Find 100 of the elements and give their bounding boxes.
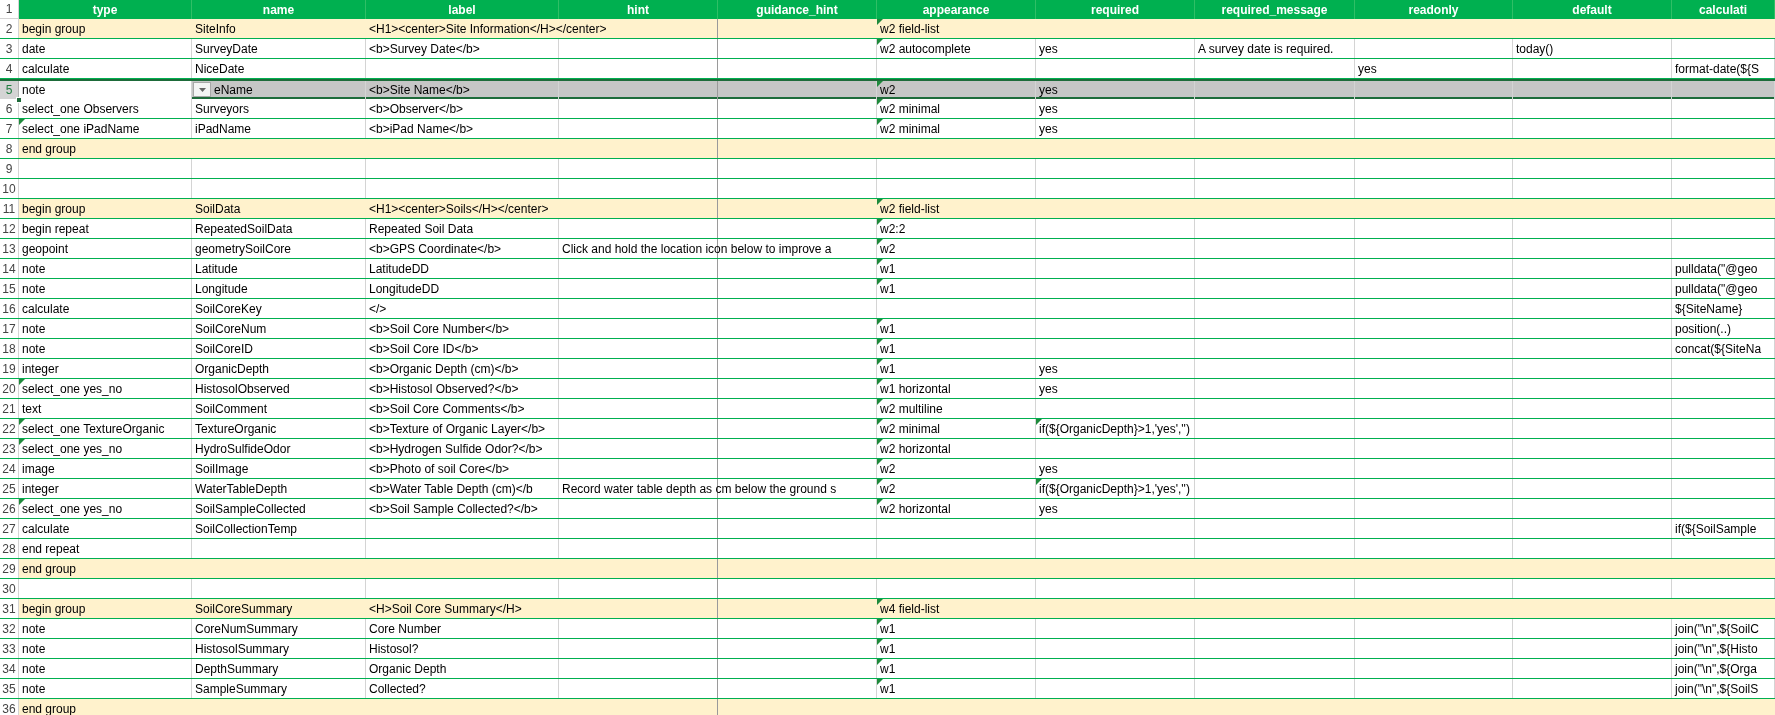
row-number[interactable]: 26: [0, 499, 19, 518]
table-cell-text: w4 field-list: [880, 600, 940, 618]
row-number[interactable]: 5: [0, 81, 19, 99]
table-cell-text: <b>Photo of soil Core</b>: [369, 460, 510, 478]
table-cell-text: geometrySoilCore: [195, 240, 292, 258]
table-cell-text: <H1><center>Soils</H></center>: [369, 200, 549, 218]
row-number[interactable]: 35: [0, 679, 19, 698]
table-cell-text: w2:2: [880, 220, 906, 238]
row-number[interactable]: 30: [0, 579, 19, 598]
table-cell-text: w1: [880, 340, 896, 358]
table-cell-text: w2 multiline: [880, 400, 943, 418]
table-cell-text: w1: [880, 660, 896, 678]
table-cell-text: if(${OrganicDepth}>1,'yes',''): [1039, 420, 1190, 438]
table-cell-text: pulldata("@geo: [1675, 280, 1758, 298]
row-number[interactable]: 12: [0, 219, 19, 238]
row-number[interactable]: 33: [0, 639, 19, 658]
table-cell-text: Core Number: [369, 620, 442, 638]
row-number[interactable]: 34: [0, 659, 19, 678]
row-number[interactable]: 19: [0, 359, 19, 378]
table-cell-text: <b>Soil Core ID</b>: [369, 340, 479, 358]
table-cell-text: w1 horizontal: [880, 380, 951, 398]
table-cell-text: calculate: [22, 60, 70, 78]
table-cell-text: SoilCoreID: [195, 340, 254, 358]
table-cell-text: Repeated Soil Data: [369, 220, 474, 238]
table-cell-text: note: [22, 82, 46, 99]
row-number[interactable]: 25: [0, 479, 19, 498]
table-cell-text: LongitudeDD: [369, 280, 440, 298]
table-cell-text: Latitude: [195, 260, 238, 278]
fill-handle[interactable]: [16, 97, 22, 103]
table-cell-text: note: [22, 260, 46, 278]
table-cell-text: yes: [1039, 380, 1058, 398]
table-cell-text: yes: [1039, 40, 1058, 58]
table-cell-text: yes: [1358, 60, 1377, 78]
table-cell-text: <b>Histosol Observed?</b>: [369, 380, 519, 398]
table-cell-text: <b>Site Name</b>: [369, 82, 470, 99]
table-cell-text: format-date(${S: [1675, 60, 1760, 78]
table-cell-text: WaterTableDepth: [195, 480, 288, 498]
table-cell-text: SoilCoreNum: [195, 320, 267, 338]
dropdown-button[interactable]: [193, 82, 211, 97]
table-cell-text: <b>Observer</b>: [369, 100, 464, 118]
table-cell-text: w2 field-list: [880, 20, 940, 38]
table-cell-text: SoilData: [195, 200, 241, 218]
table-cell-text: w1: [880, 260, 896, 278]
row-number[interactable]: 23: [0, 439, 19, 458]
table-cell-text: Click and hold the location icon below to improve a: [562, 240, 832, 258]
row-number[interactable]: 31: [0, 599, 19, 618]
table-cell-text: SampleSummary: [195, 680, 288, 698]
row-number[interactable]: 27: [0, 519, 19, 538]
table-cell-text: A survey date is required.: [1198, 40, 1334, 58]
table-cell-text: OrganicDepth: [195, 360, 270, 378]
table-cell-text: HistosolSummary: [195, 640, 290, 658]
row-number[interactable]: 32: [0, 619, 19, 638]
table-cell-text: w1: [880, 640, 896, 658]
table-cell-text: CoreNumSummary: [195, 620, 298, 638]
row-number[interactable]: 11: [0, 199, 19, 218]
table-cell-text: select_one yes_no: [22, 380, 123, 398]
table-cell-text: today(): [1516, 40, 1554, 58]
row-number[interactable]: 10: [0, 179, 19, 198]
table-cell-text: yes: [1039, 500, 1058, 518]
table-cell-text: calculate: [22, 300, 70, 318]
table-cell-text: w1: [880, 620, 896, 638]
table-cell-text: w2 minimal: [880, 120, 940, 138]
table-cell-text: SoilCoreKey: [195, 300, 262, 318]
table-cell-text: pulldata("@geo: [1675, 260, 1758, 278]
table-cell-text: select_one yes_no: [22, 440, 123, 458]
row-number[interactable]: 21: [0, 399, 19, 418]
row-number[interactable]: 15: [0, 279, 19, 298]
row-number[interactable]: 36: [0, 699, 19, 715]
row-number[interactable]: 13: [0, 239, 19, 258]
table-cell-text: </>: [369, 300, 387, 318]
table-cell-text: yes: [1039, 360, 1058, 378]
table-cell-text: SiteInfo: [195, 20, 236, 38]
row-number[interactable]: 17: [0, 319, 19, 338]
row-number[interactable]: 18: [0, 339, 19, 358]
row-number[interactable]: 14: [0, 259, 19, 278]
table-cell-text: geopoint: [22, 240, 69, 258]
table-cell-text: integer: [22, 480, 59, 498]
table-cell-text: note: [22, 620, 46, 638]
table-cell-text: yes: [1039, 460, 1058, 478]
table-cell-text: <b>Soil Sample Collected?</b>: [369, 500, 538, 518]
row-number[interactable]: 20: [0, 379, 19, 398]
table-cell-text: yes: [1039, 120, 1058, 138]
row-number[interactable]: 2: [0, 19, 19, 38]
row-number[interactable]: 8: [0, 139, 19, 158]
table-cell-text: <b>Texture of Organic Layer</b>: [369, 420, 546, 438]
table-cell-text: note: [22, 280, 46, 298]
table-cell-text: Histosol?: [369, 640, 419, 658]
row-number[interactable]: 28: [0, 539, 19, 558]
table-cell-text: w2: [880, 460, 896, 478]
row-number[interactable]: 16: [0, 299, 19, 318]
row-number[interactable]: 29: [0, 559, 19, 578]
table-cell-text: position(..): [1675, 320, 1732, 338]
table-cell-text: <b>Organic Depth (cm)</b>: [369, 360, 519, 378]
table-cell-text: note: [22, 320, 46, 338]
table-cell-text: <b>GPS Coordinate</b>: [369, 240, 502, 258]
table-cell-text: join("\n",${Histo: [1675, 640, 1758, 658]
row-number[interactable]: 22: [0, 419, 19, 438]
row-number[interactable]: 24: [0, 459, 19, 478]
table-cell-text: w2 autocomplete: [880, 40, 971, 58]
table-cell-text: end group: [22, 700, 77, 715]
